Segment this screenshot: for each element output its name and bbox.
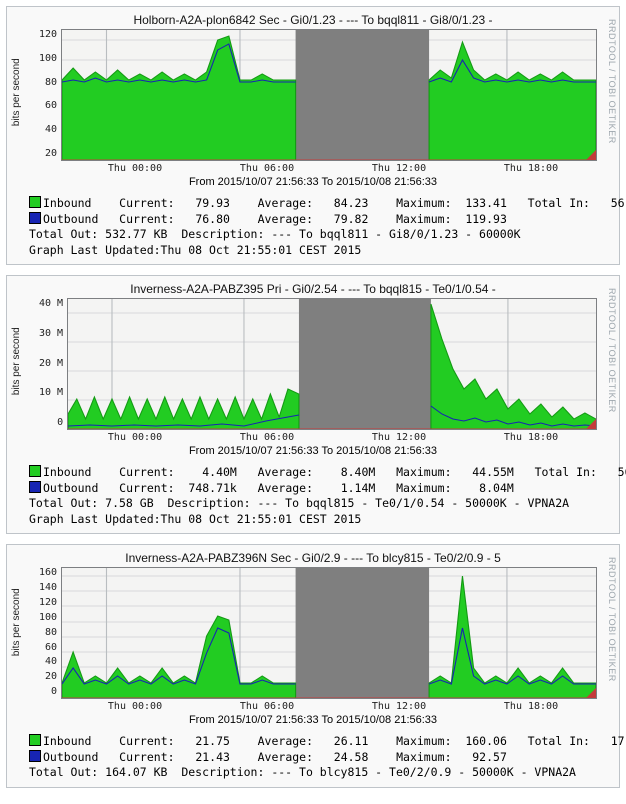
xtick: Thu 12:00 bbox=[333, 163, 465, 174]
xtick: Thu 18:00 bbox=[465, 432, 597, 443]
graph-panel: RRDTOOL / TOBI OETIKER Inverness-A2A-PAB… bbox=[6, 275, 620, 534]
rrdtool-brand: RRDTOOL / TOBI OETIKER bbox=[607, 19, 617, 144]
ytick: 30 M bbox=[39, 328, 63, 339]
xtick: Thu 00:00 bbox=[69, 701, 201, 712]
outbound-swatch-icon bbox=[29, 750, 41, 762]
plot-area: 40 M 30 M 20 M 10 M 0 bbox=[39, 298, 597, 430]
ytick: 60 bbox=[45, 100, 57, 111]
xtick: Thu 06:00 bbox=[201, 163, 333, 174]
chart-canvas bbox=[61, 567, 597, 699]
ytick: 100 bbox=[39, 53, 57, 64]
ytick: 0 bbox=[57, 417, 63, 428]
ytick: 20 M bbox=[39, 358, 63, 369]
ytick: 10 M bbox=[39, 387, 63, 398]
arrow-icon bbox=[585, 418, 597, 430]
inbound-area bbox=[62, 36, 296, 160]
ytick: 120 bbox=[39, 597, 57, 608]
ytick: 120 bbox=[39, 29, 57, 40]
legend-totalout: Total Out: 532.77 KB Description: --- To… bbox=[29, 227, 521, 241]
legend-updated: Graph Last Updated:Thu 08 Oct 21:55:01 C… bbox=[29, 243, 361, 257]
xtick: Thu 12:00 bbox=[333, 701, 465, 712]
y-axis-ticks: 120 100 80 60 40 20 bbox=[39, 29, 61, 159]
ytick: 40 bbox=[45, 124, 57, 135]
inbound-area bbox=[62, 616, 296, 698]
arrow-icon bbox=[585, 149, 597, 161]
graph-title: Holborn-A2A-plon6842 Sec - Gi0/1.23 - --… bbox=[11, 13, 615, 27]
ytick: 0 bbox=[51, 686, 57, 697]
chart-canvas bbox=[67, 298, 597, 430]
x-axis-ticks: Thu 00:00 Thu 06:00 Thu 12:00 Thu 18:00 bbox=[69, 432, 597, 443]
ytick: 80 bbox=[45, 77, 57, 88]
inbound-area bbox=[431, 304, 596, 429]
legend-outbound: Outbound Current: 748.71k Average: 1.14M… bbox=[43, 481, 514, 495]
legend-inbound: Inbound Current: 79.93 Average: 84.23 Ma… bbox=[43, 196, 625, 210]
plot-area: 160 140 120 100 80 60 40 20 0 bbox=[39, 567, 597, 699]
y-axis-ticks: 160 140 120 100 80 60 40 20 0 bbox=[39, 567, 61, 697]
inbound-swatch-icon bbox=[29, 734, 41, 746]
date-range: From 2015/10/07 21:56:33 To 2015/10/08 2… bbox=[11, 445, 615, 457]
xtick: Thu 18:00 bbox=[465, 701, 597, 712]
ytick: 160 bbox=[39, 567, 57, 578]
ytick: 140 bbox=[39, 582, 57, 593]
inbound-swatch-icon bbox=[29, 196, 41, 208]
outbound-swatch-icon bbox=[29, 481, 41, 493]
x-axis-ticks: Thu 00:00 Thu 06:00 Thu 12:00 Thu 18:00 bbox=[69, 163, 597, 174]
legend-outbound: Outbound Current: 21.43 Average: 24.58 M… bbox=[43, 750, 507, 764]
y-axis-label: bits per second bbox=[11, 588, 22, 656]
xtick: Thu 06:00 bbox=[201, 432, 333, 443]
x-axis-ticks: Thu 00:00 Thu 06:00 Thu 12:00 Thu 18:00 bbox=[69, 701, 597, 712]
ytick: 20 bbox=[45, 671, 57, 682]
graph-panel: RRDTOOL / TOBI OETIKER Inverness-A2A-PAB… bbox=[6, 544, 620, 788]
xtick: Thu 06:00 bbox=[201, 701, 333, 712]
ytick: 100 bbox=[39, 612, 57, 623]
y-axis-label: bits per second bbox=[11, 327, 22, 395]
rrdtool-brand: RRDTOOL / TOBI OETIKER bbox=[607, 288, 617, 413]
rrdtool-brand: RRDTOOL / TOBI OETIKER bbox=[607, 557, 617, 682]
legend-totalout: Total Out: 164.07 KB Description: --- To… bbox=[29, 765, 576, 779]
inbound-swatch-icon bbox=[29, 465, 41, 477]
y-axis-label: bits per second bbox=[11, 58, 22, 126]
plot-area: 120 100 80 60 40 20 bbox=[39, 29, 597, 161]
legend-outbound: Outbound Current: 76.80 Average: 79.82 M… bbox=[43, 212, 507, 226]
ytick: 60 bbox=[45, 642, 57, 653]
legend-inbound: Inbound Current: 4.40M Average: 8.40M Ma… bbox=[43, 465, 626, 479]
outbound-swatch-icon bbox=[29, 212, 41, 224]
legend-updated: Graph Last Updated:Thu 08 Oct 21:55:01 C… bbox=[29, 512, 361, 526]
arrow-icon bbox=[585, 687, 597, 699]
xtick: Thu 00:00 bbox=[69, 432, 201, 443]
legend-block: Inbound Current: 4.40M Average: 8.40M Ma… bbox=[29, 465, 611, 527]
ytick: 20 bbox=[45, 148, 57, 159]
xtick: Thu 18:00 bbox=[465, 163, 597, 174]
inbound-area bbox=[68, 389, 299, 429]
chart-canvas bbox=[61, 29, 597, 161]
graph-title: Inverness-A2A-PABZ396N Sec - Gi0/2.9 - -… bbox=[11, 551, 615, 565]
date-range: From 2015/10/07 21:56:33 To 2015/10/08 2… bbox=[11, 176, 615, 188]
xtick: Thu 00:00 bbox=[69, 163, 201, 174]
ytick: 40 bbox=[45, 656, 57, 667]
ytick: 40 M bbox=[39, 298, 63, 309]
y-axis-ticks: 40 M 30 M 20 M 10 M 0 bbox=[39, 298, 67, 428]
ytick: 80 bbox=[45, 627, 57, 638]
graph-panel: RRDTOOL / TOBI OETIKER Holborn-A2A-plon6… bbox=[6, 6, 620, 265]
legend-block: Inbound Current: 21.75 Average: 26.11 Ma… bbox=[29, 734, 611, 781]
graph-title: Inverness-A2A-PABZ395 Pri - Gi0/2.54 - -… bbox=[11, 282, 615, 296]
outbound-line bbox=[62, 628, 296, 684]
legend-totalout: Total Out: 7.58 GB Description: --- To b… bbox=[29, 496, 569, 510]
legend-block: Inbound Current: 79.93 Average: 84.23 Ma… bbox=[29, 196, 611, 258]
legend-inbound: Inbound Current: 21.75 Average: 26.11 Ma… bbox=[43, 734, 625, 748]
xtick: Thu 12:00 bbox=[333, 432, 465, 443]
date-range: From 2015/10/07 21:56:33 To 2015/10/08 2… bbox=[11, 714, 615, 726]
